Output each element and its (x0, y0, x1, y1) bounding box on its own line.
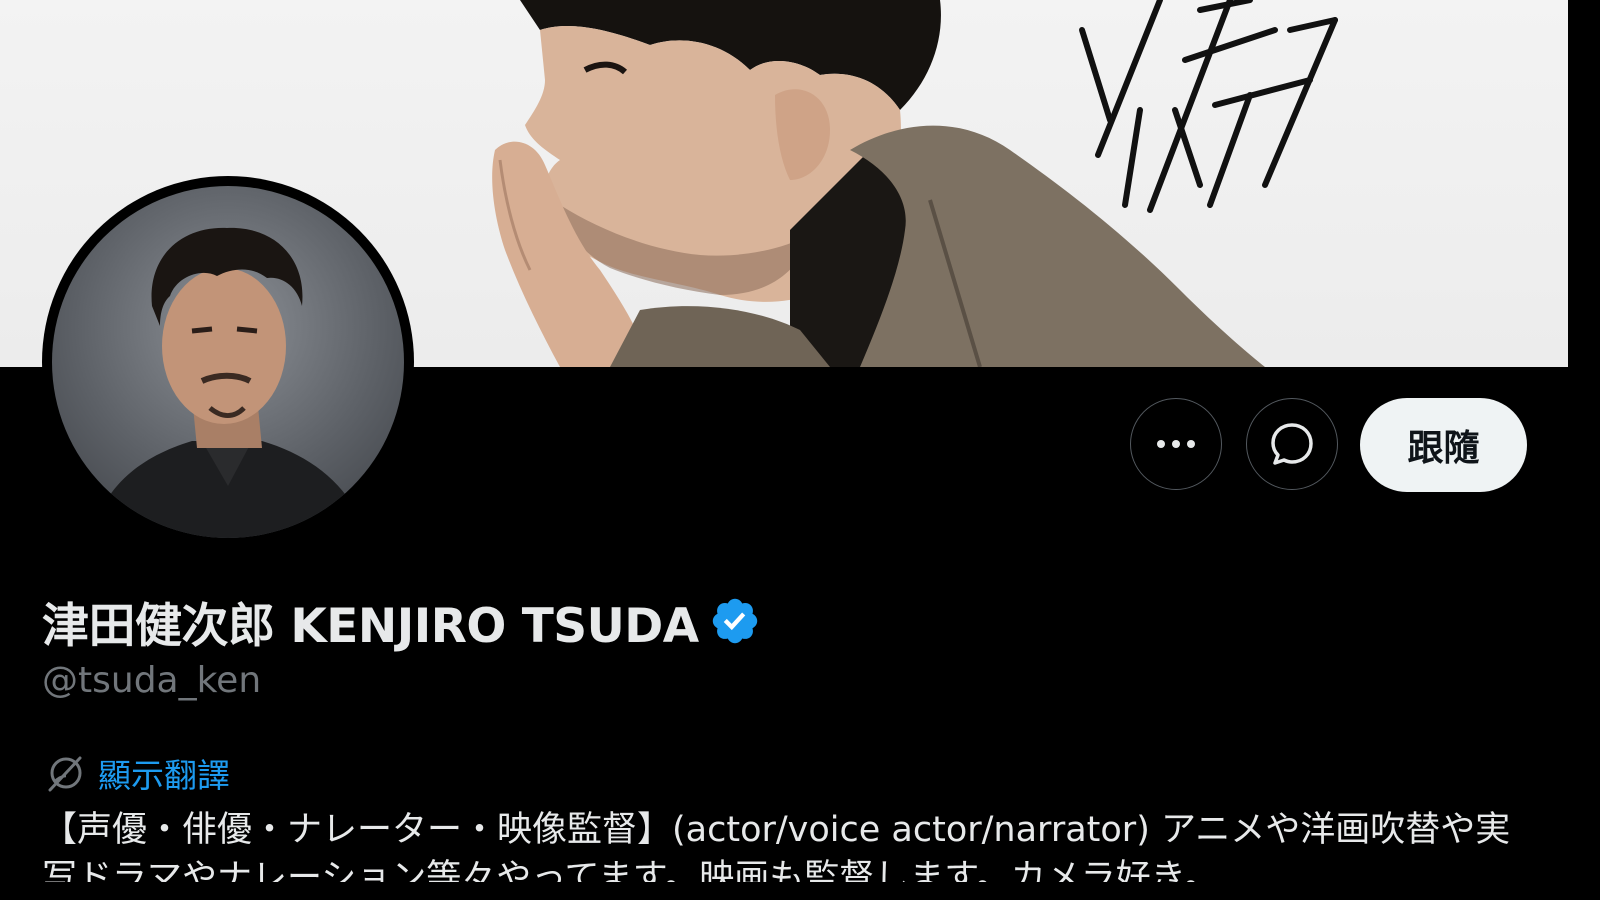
profile-handle: @tsuda_ken (42, 660, 262, 701)
avatar-photo (52, 186, 404, 538)
message-bubble-icon (1271, 423, 1313, 465)
profile-display-name: 津田健次郎 KENJIRO TSUDA (42, 590, 761, 654)
show-translation-link[interactable]: 顯示翻譯 (44, 750, 230, 796)
globe-translate-icon (48, 756, 82, 792)
message-button[interactable] (1246, 398, 1338, 490)
more-options-button[interactable] (1130, 398, 1222, 490)
profile-page: 跟隨 津田健次郎 KENJIRO TSUDA @tsuda_ken 顯示翻譯 【… (0, 0, 1568, 882)
translate-label[interactable]: 顯示翻譯 (98, 749, 230, 797)
follow-button[interactable]: 跟隨 (1360, 398, 1527, 492)
verified-badge-icon[interactable] (709, 595, 761, 647)
profile-bio: 【声優・俳優・ナレーター・映像監督】(actor/voice actor/nar… (42, 810, 1511, 882)
profile-avatar[interactable] (42, 176, 414, 548)
display-name-text: 津田健次郎 KENJIRO TSUDA (42, 598, 699, 654)
more-horizontal-icon (1157, 440, 1195, 448)
